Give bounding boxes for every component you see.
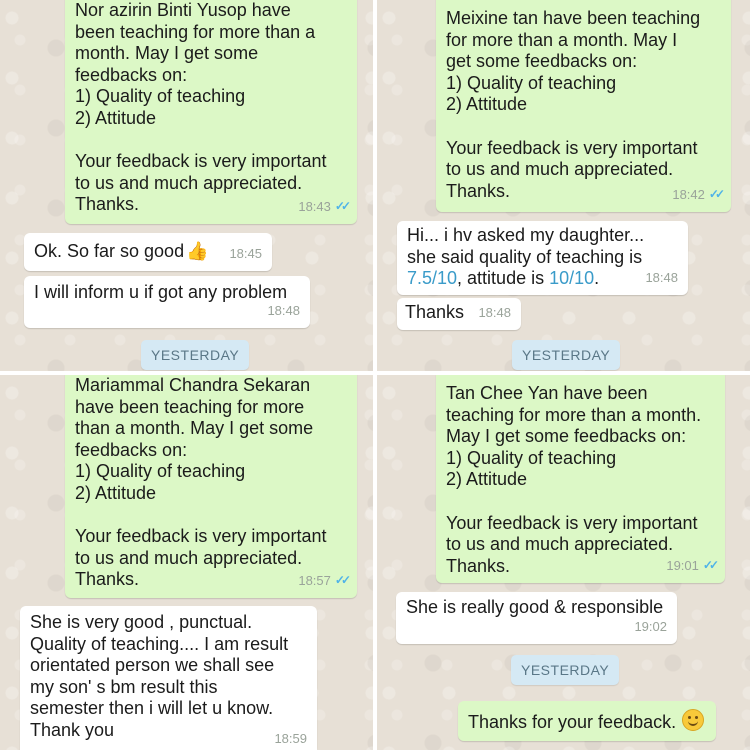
chat-panel-nor-azirin: Nor azirin Binti Yusop have been teachin… <box>0 0 373 371</box>
message-text: Meixine tan have been teaching for more … <box>446 8 701 201</box>
message-fragment: , attitude is <box>457 268 550 289</box>
outgoing-message[interactable]: Mariammal Chandra Sekaran have been teac… <box>65 375 357 598</box>
attitude-score: 10/10 <box>549 268 595 289</box>
chat-panel-tan-chee-yan: Tan Chee Yan have been teaching for more… <box>377 375 750 750</box>
message-text: Ok. So far so good <box>34 241 185 261</box>
incoming-message[interactable]: Ok. So far so good 👍 18:45 <box>24 233 272 271</box>
message-meta: 18:57 ✓✓ <box>298 570 351 592</box>
quality-score: 7.5/10 <box>407 268 458 289</box>
message-text: She is very good , punctual. Quality of … <box>30 612 289 740</box>
message-time: 18:42 <box>672 187 705 203</box>
incoming-message[interactable]: Hi... i hv asked my daughter... she said… <box>397 221 688 295</box>
thumbs-up-emoji-icon: 👍 <box>186 241 209 261</box>
incoming-message[interactable]: She is very good , punctual. Quality of … <box>20 606 317 750</box>
message-time: 18:48 <box>267 303 300 319</box>
message-time: 19:02 <box>634 619 667 635</box>
message-text: I will inform u if got any problem <box>34 282 288 302</box>
outgoing-message[interactable]: Meixine tan have been teaching for more … <box>436 0 731 212</box>
message-text: Thanks <box>405 302 465 322</box>
message-meta: 18:42 ✓✓ <box>672 184 725 206</box>
incoming-message[interactable]: I will inform u if got any problem 18:48 <box>24 276 310 328</box>
read-ticks-icon: ✓✓ <box>708 187 725 202</box>
message-time: 18:59 <box>274 731 307 747</box>
message-time: 18:43 <box>298 199 331 215</box>
message-line-2: she said quality of teaching is <box>407 246 643 267</box>
smiling-face-emoji-icon <box>682 709 705 731</box>
message-text: Mariammal Chandra Sekaran have been teac… <box>75 375 327 590</box>
chat-panel-mariammal: Mariammal Chandra Sekaran have been teac… <box>0 375 373 750</box>
message-meta: 18:43 ✓✓ <box>298 196 351 218</box>
read-ticks-icon: ✓✓ <box>334 199 351 214</box>
read-ticks-icon: ✓✓ <box>334 573 351 588</box>
date-divider: YESTERDAY <box>512 340 621 370</box>
screenshot-collage: Nor azirin Binti Yusop have been teachin… <box>0 0 750 750</box>
message-time: 18:48 <box>645 270 678 286</box>
date-divider: YESTERDAY <box>511 655 620 685</box>
message-time: 18:57 <box>298 573 331 589</box>
read-ticks-icon: ✓✓ <box>702 558 719 573</box>
message-time: 18:48 <box>478 305 511 321</box>
message-time: 19:01 <box>666 558 699 574</box>
message-line-1: Hi... i hv asked my daughter... <box>407 225 645 245</box>
outgoing-message[interactable]: Tan Chee Yan have been teaching for more… <box>436 375 725 583</box>
message-time: 18:45 <box>229 246 262 262</box>
message-text: Nor azirin Binti Yusop have been teachin… <box>75 0 327 215</box>
chat-panel-meixine-tan: Meixine tan have been teaching for more … <box>377 0 750 371</box>
incoming-message[interactable]: She is really good & responsible 19:02 <box>396 592 677 644</box>
message-text: Thanks for your feedback. <box>468 712 677 732</box>
message-meta: 19:01 ✓✓ <box>666 555 719 577</box>
outgoing-message[interactable]: Thanks for your feedback. <box>458 701 716 741</box>
message-line-3: 7.5/10, attitude is 10/10. <box>407 268 599 288</box>
message-text: Tan Chee Yan have been teaching for more… <box>446 383 702 576</box>
incoming-message[interactable]: Thanks 18:48 <box>397 298 521 330</box>
date-divider: YESTERDAY <box>141 340 250 370</box>
message-text: She is really good & responsible <box>406 597 664 617</box>
outgoing-message[interactable]: Nor azirin Binti Yusop have been teachin… <box>65 0 357 224</box>
message-fragment: . <box>594 268 600 289</box>
